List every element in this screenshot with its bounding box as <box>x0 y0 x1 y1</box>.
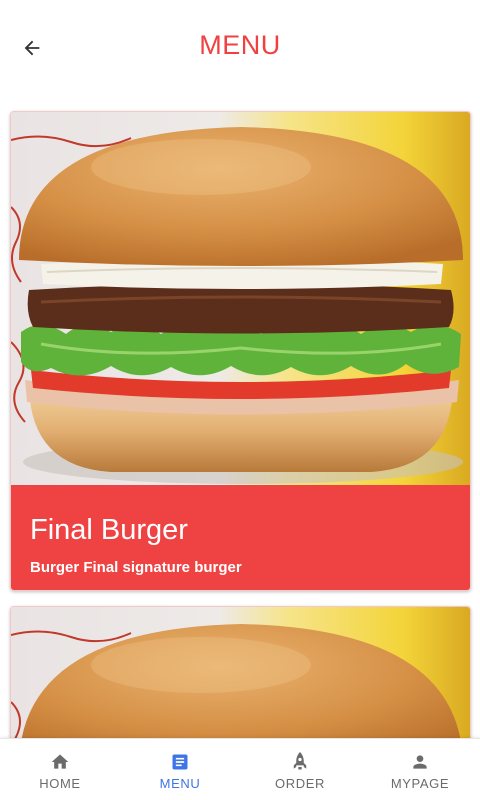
nav-order[interactable]: ORDER <box>240 739 360 800</box>
burger-image <box>11 607 470 738</box>
menu-item-name: Final Burger <box>30 514 188 546</box>
bottom-navigation: HOME MENU ORDER MYPAGE <box>0 738 480 800</box>
burger-image <box>11 112 470 485</box>
home-icon <box>49 751 71 773</box>
page-title: MENU <box>199 30 281 60</box>
rocket-icon <box>289 751 311 773</box>
menu-card[interactable]: Final Burger Burger Final signature burg… <box>10 111 471 591</box>
person-icon <box>409 751 431 773</box>
nav-mypage-label: MYPAGE <box>390 775 450 791</box>
document-icon <box>169 751 191 773</box>
menu-card[interactable] <box>10 606 471 738</box>
nav-home[interactable]: HOME <box>0 739 120 800</box>
menu-item-description: Burger Final signature burger <box>30 559 242 576</box>
nav-order-label: ORDER <box>275 775 325 791</box>
menu-card-info: Final Burger Burger Final signature burg… <box>11 485 470 590</box>
nav-menu[interactable]: MENU <box>120 739 240 800</box>
app-bar: MENU <box>0 0 480 96</box>
nav-home-label: HOME <box>39 775 81 791</box>
menu-list[interactable]: Final Burger Burger Final signature burg… <box>0 96 480 738</box>
nav-menu-label: MENU <box>159 775 201 791</box>
nav-mypage[interactable]: MYPAGE <box>360 739 480 800</box>
